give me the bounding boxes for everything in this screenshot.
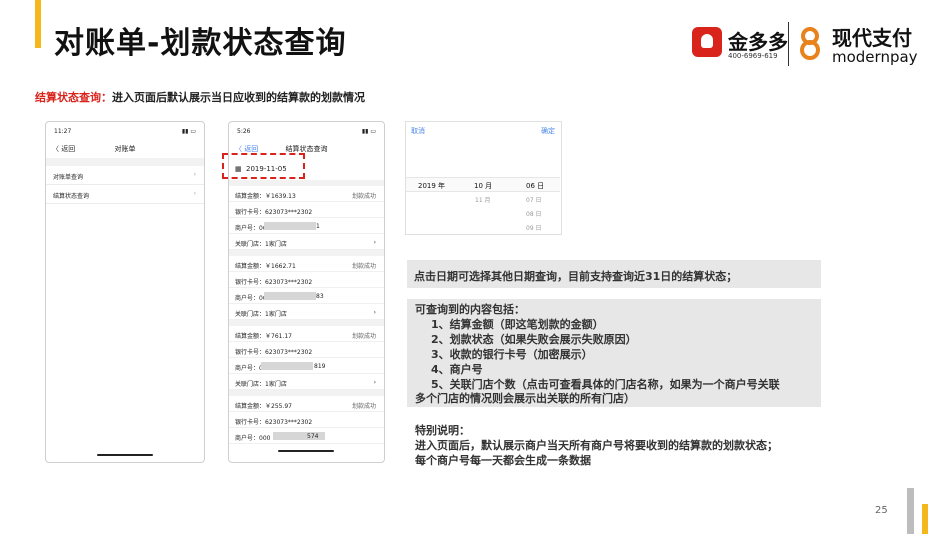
brand1-phone: 400-6969-619 xyxy=(728,52,778,60)
chevron-right-icon: › xyxy=(373,309,376,316)
status-time: 5:26 xyxy=(237,127,251,135)
status-bar: 11:27 ▮▮ ▭ xyxy=(46,122,204,140)
logo-divider xyxy=(788,22,789,66)
merchant-number-tail: 574 xyxy=(307,433,319,440)
settlement-amount: 结算金额：￥1662.71 xyxy=(235,263,296,270)
special-line: 进入页面后，默认展示商户当天所有商户号将要收到的结算款的划款状态； xyxy=(415,439,778,452)
page-number: 25 xyxy=(875,505,888,516)
transfer-status: 划款成功 xyxy=(351,403,376,410)
special-notes: 特别说明： 进入页面后，默认展示商户当天所有商户号将要收到的结算款的划款状态； … xyxy=(407,418,821,470)
special-title: 特别说明： xyxy=(415,424,470,437)
settlement-amount: 结算金额：￥761.17 xyxy=(235,333,292,340)
merchant-number-tail: 819 xyxy=(314,363,326,370)
phone-screen-statement: 11:27 ▮▮ ▭ 〈 返回 对账单 对账单查询 › 结算状态查询 › xyxy=(45,121,205,463)
content-title: 可查询到的内容包括： xyxy=(415,303,525,316)
picker-day[interactable]: 08 日 xyxy=(526,209,542,218)
merchant-number-tail: 1 xyxy=(316,223,320,230)
merchant-number-tail: 83 xyxy=(316,293,324,300)
brand1-name: 金多多 xyxy=(728,30,788,54)
menu-item-label: 对账单查询 xyxy=(53,174,84,181)
title-accent-bar xyxy=(35,0,41,48)
settlement-amount: 结算金额：￥255.97 xyxy=(235,403,292,410)
content-item: 3、收款的银行卡号（加密展示） xyxy=(431,348,593,361)
transfer-status: 划款成功 xyxy=(351,333,376,340)
subheading-label: 结算状态查询： xyxy=(35,91,112,104)
linked-stores: 关联门店：1家门店 xyxy=(235,241,287,248)
menu-item-label: 结算状态查询 xyxy=(53,193,90,200)
merchant-number: 商户号：00 xyxy=(235,295,267,302)
content-item: 2、划款状态（如果失败会展示失败原因） xyxy=(431,333,637,346)
brand2-name: 现代支付 xyxy=(832,26,912,50)
bank-card-number: 银行卡号：623073***2302 xyxy=(235,349,313,356)
settlement-card: 结算金额：￥1639.13 划款成功 银行卡号：623073***2302 商户号… xyxy=(229,180,384,250)
transfer-status: 划款成功 xyxy=(351,193,376,200)
home-indicator xyxy=(278,450,334,452)
bank-card-number: 银行卡号：623073***2302 xyxy=(235,279,313,286)
special-line: 每个商户号每一天都会生成一条数据 xyxy=(415,454,591,467)
picker-day[interactable]: 09 日 xyxy=(526,223,542,232)
chevron-right-icon: › xyxy=(193,171,196,178)
chevron-right-icon: › xyxy=(193,190,196,197)
settlement-card: 结算金额：￥761.17 划款成功 银行卡号：623073***2302 商户号：… xyxy=(229,320,384,390)
content-item-continuation: 多个门店的情况则会展示出关联的所有门店） xyxy=(415,392,635,405)
content-item: 4、商户号 xyxy=(431,363,483,376)
modernpay-logo-icon xyxy=(800,27,820,60)
settlement-amount: 结算金额：￥1639.13 xyxy=(235,193,296,200)
signal-battery-icon: ▮▮ ▭ xyxy=(361,127,376,135)
page-title: 对账单-划款状态查询 xyxy=(54,26,347,61)
linked-stores: 关联门店：1家门店 xyxy=(235,311,287,318)
date-highlight-box xyxy=(222,153,305,179)
chevron-right-icon: › xyxy=(373,239,376,246)
merchant-number: 商户号：00 xyxy=(235,225,267,232)
picker-year[interactable]: 2019 年 xyxy=(418,181,445,191)
redaction-mask xyxy=(261,362,313,370)
signal-battery-icon: ▮▮ ▭ xyxy=(181,127,196,135)
menu-item-settlement-status[interactable]: 结算状态查询 › xyxy=(46,185,204,204)
tip-text: 点击日期可选择其他日期查询，目前支持查询近31日的结算状态； xyxy=(414,270,738,283)
redaction-mask xyxy=(264,292,316,300)
bank-card-number: 银行卡号：623073***2302 xyxy=(235,419,313,426)
content-box: 可查询到的内容包括： 1、结算金额（即这笔划款的金额） 2、划款状态（如果失败会… xyxy=(407,299,821,407)
subheading: 结算状态查询：进入页面后默认展示当日应收到的结算款的划款情况 xyxy=(35,89,365,105)
merchant-number: 商户号：0 xyxy=(235,365,263,372)
picker-cancel-button[interactable]: 取消 xyxy=(411,126,425,136)
redaction-mask xyxy=(264,222,316,230)
subheading-text: 进入页面后默认展示当日应收到的结算款的划款情况 xyxy=(112,91,365,104)
bank-card-number: 银行卡号：623073***2302 xyxy=(235,209,313,216)
status-bar: 5:26 ▮▮ ▭ xyxy=(229,122,384,140)
footer-gray-bar xyxy=(907,488,914,534)
chevron-right-icon: › xyxy=(373,379,376,386)
picker-month[interactable]: 10 月 xyxy=(474,181,492,191)
brand2-en: modernpay xyxy=(832,48,918,66)
transfer-status: 划款成功 xyxy=(351,263,376,270)
status-time: 11:27 xyxy=(54,127,72,135)
footer-gold-bar xyxy=(922,504,928,534)
linked-stores: 关联门店：1家门店 xyxy=(235,381,287,388)
menu-item-statement-query[interactable]: 对账单查询 › xyxy=(46,166,204,185)
linked-stores-row[interactable]: 关联门店：1家门店 › xyxy=(229,304,384,320)
picker-confirm-button[interactable]: 确定 xyxy=(541,126,555,136)
linked-stores-row[interactable]: 关联门店：1家门店 › xyxy=(229,374,384,390)
date-picker: 取消 确定 2019 年 10 月 11 月 06 日 07 日 08 日 09… xyxy=(405,121,562,235)
tip-box: 点击日期可选择其他日期查询，目前支持查询近31日的结算状态； xyxy=(407,260,821,288)
home-indicator xyxy=(97,454,153,456)
nav-title: 对账单 xyxy=(114,145,136,153)
content-item: 1、结算金额（即这笔划款的金额） xyxy=(431,318,604,331)
picker-day[interactable]: 06 日 xyxy=(526,181,544,191)
settlement-card: 结算金额：￥1662.71 划款成功 银行卡号：623073***2302 商户号… xyxy=(229,250,384,320)
merchant-number: 商户号：000 xyxy=(235,435,271,442)
picker-month[interactable]: 11 月 xyxy=(475,195,491,204)
nav-bar: 〈 返回 对账单 xyxy=(46,140,204,158)
settlement-card: 结算金额：￥255.97 划款成功 银行卡号：623073***2302 商户号：… xyxy=(229,390,384,444)
jinduoduo-logo-icon xyxy=(692,27,722,57)
linked-stores-row[interactable]: 关联门店：1家门店 › xyxy=(229,234,384,250)
picker-day[interactable]: 07 日 xyxy=(526,195,542,204)
